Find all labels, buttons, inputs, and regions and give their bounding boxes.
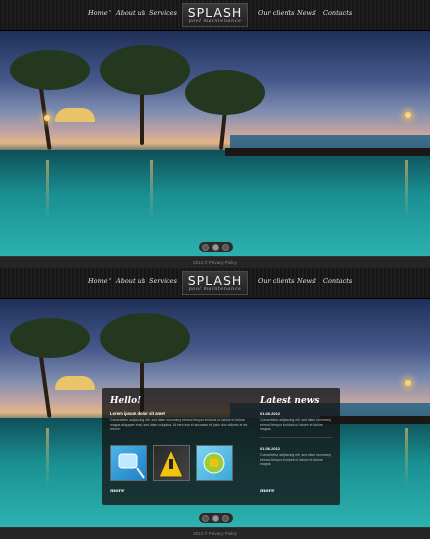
palm-fronds (100, 313, 190, 363)
hero-image (0, 30, 430, 256)
slider-dot[interactable] (222, 243, 229, 251)
hello-heading: Hello! (110, 396, 142, 406)
torch-light (405, 380, 411, 386)
nav-separator (142, 10, 144, 12)
thumbnail-pool-net[interactable] (110, 445, 147, 481)
hero-image: Hello! Lorem ipsum dolor sit amet Consec… (0, 298, 430, 527)
palm-fronds (185, 70, 265, 115)
pier-railing (225, 148, 430, 156)
logo-subtitle: pool maintenance (188, 287, 242, 292)
logo-title: SPLASH (187, 5, 243, 20)
nav-separator (109, 10, 111, 12)
hello-subheading: Lorem ipsum dolor sit amet (110, 411, 165, 416)
hello-text: Consectetur adipiscing elit, sed diam no… (110, 418, 248, 431)
slider-dot-active[interactable] (212, 243, 219, 251)
thumbnail-pool-tiles[interactable] (196, 445, 233, 481)
palm-fronds (10, 50, 90, 90)
beach-umbrella (55, 108, 95, 122)
news-more-link[interactable]: more (260, 488, 274, 494)
logo-subtitle: pool maintenance (188, 19, 242, 24)
nav-separator (142, 278, 144, 280)
hello-more-link[interactable]: more (110, 488, 124, 494)
beach-umbrella (55, 376, 95, 390)
nav-home[interactable]: Home (88, 9, 108, 17)
slider-dot[interactable] (202, 243, 209, 251)
slider-dot-active[interactable] (212, 514, 219, 522)
news-divider (260, 437, 332, 438)
slider-pagination (199, 242, 233, 252)
news-date: 01.06.2012 (260, 446, 281, 451)
nav-contacts[interactable]: Contacts (323, 9, 352, 17)
light-reflection (46, 160, 49, 220)
news-heading: Latest news (260, 396, 320, 406)
light-reflection (46, 428, 49, 488)
screenshot-bottom: Home About us Services SPLASH pool maint… (0, 268, 430, 539)
news-text: Consectetur adipiscing elit, sed diam no… (260, 453, 332, 466)
nav-news[interactable]: News (297, 9, 315, 17)
nav-home[interactable]: Home (88, 277, 108, 285)
footer-copyright: 2012 © Privacy Policy (193, 531, 237, 536)
light-reflection (405, 160, 408, 220)
torch-light (405, 112, 411, 118)
site-logo[interactable]: SPLASH pool maintenance (182, 271, 248, 295)
content-panel: Hello! Lorem ipsum dolor sit amet Consec… (102, 388, 340, 505)
main-nav: Home About us Services SPLASH pool maint… (0, 0, 430, 31)
pool-net-icon (118, 453, 145, 479)
palm-fronds (10, 318, 90, 358)
nav-about-us[interactable]: About us (116, 277, 145, 285)
footer-copyright: 2012 © Privacy Policy (193, 260, 237, 265)
site-logo[interactable]: SPLASH pool maintenance (182, 3, 248, 27)
nav-separator (288, 278, 290, 280)
nav-services[interactable]: Services (149, 9, 177, 17)
news-date: 01.06.2012 (260, 411, 281, 416)
logo-title: SPLASH (187, 273, 243, 288)
light-reflection (150, 160, 153, 220)
palm-fronds (100, 45, 190, 95)
pool-tiles-icon (203, 452, 225, 474)
nav-separator (109, 278, 111, 280)
nav-separator (314, 10, 316, 12)
screenshot-top: Home About us Services SPLASH pool maint… (0, 0, 430, 268)
main-nav: Home About us Services SPLASH pool maint… (0, 268, 430, 299)
slider-dot[interactable] (222, 514, 229, 522)
slider-dot[interactable] (202, 514, 209, 522)
nav-about-us[interactable]: About us (116, 9, 145, 17)
wet-floor-sign-icon (158, 448, 184, 478)
nav-separator (288, 10, 290, 12)
slider-pagination (199, 513, 233, 523)
torch-light (44, 115, 50, 121)
light-reflection (405, 428, 408, 488)
news-text: Consectetur adipiscing elit, sed diam no… (260, 418, 332, 431)
nav-news[interactable]: News (297, 277, 315, 285)
infinity-pool (0, 150, 430, 256)
nav-separator (314, 278, 316, 280)
footer: 2012 © Privacy Policy (0, 527, 430, 539)
footer: 2012 © Privacy Policy (0, 256, 430, 268)
thumbnail-wet-floor-sign[interactable] (153, 445, 190, 481)
nav-services[interactable]: Services (149, 277, 177, 285)
nav-contacts[interactable]: Contacts (323, 277, 352, 285)
